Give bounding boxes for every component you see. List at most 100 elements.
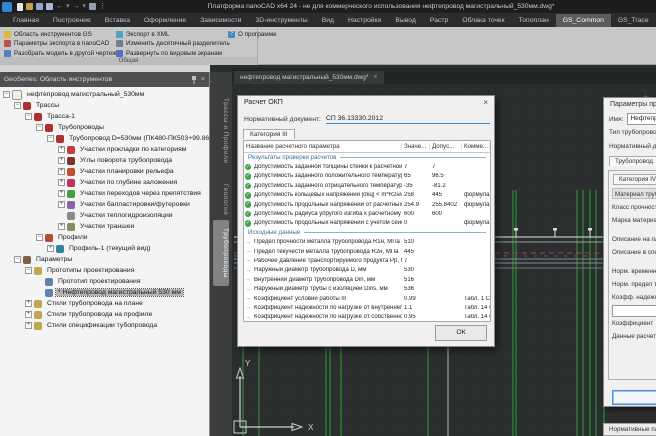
- table-row[interactable]: →Коэффициент надежности по нагрузке от с…: [244, 313, 490, 322]
- panel-default-button[interactable]: [612, 390, 656, 405]
- calculation-table[interactable]: Название расчетного параметра Значе... Д…: [243, 140, 491, 322]
- tree-item[interactable]: −Участки теплогидроизоляции: [0, 210, 209, 221]
- ribbon-tab-3D-инструменты[interactable]: 3D-инструменты: [248, 14, 314, 27]
- tree-item[interactable]: −Прототип проектирования: [0, 276, 209, 287]
- tree-item[interactable]: −Трасса-1: [0, 111, 209, 122]
- undo-dropdown-icon[interactable]: ▾: [66, 2, 70, 11]
- expand-icon[interactable]: +: [58, 146, 65, 153]
- dialog-title-bar[interactable]: Расчет ОКП ×: [238, 96, 494, 109]
- redo-icon[interactable]: →: [73, 2, 80, 11]
- expand-icon[interactable]: +: [47, 245, 54, 252]
- ribbon-tab-Растр[interactable]: Растр: [423, 14, 455, 27]
- collapse-icon[interactable]: −: [36, 234, 43, 241]
- table-row[interactable]: ✓Допустимость продольных напряжений от р…: [244, 200, 490, 209]
- material-input[interactable]: [612, 305, 656, 317]
- ribbon-tab-Вывод[interactable]: Вывод: [388, 14, 423, 27]
- tree-item[interactable]: −Параметры: [0, 254, 209, 265]
- table-row[interactable]: ✓Допустимость заданного положительного т…: [244, 172, 490, 181]
- tree-item[interactable]: +Углы поворота трубопровода: [0, 155, 209, 166]
- document-tab[interactable]: нефтепровод магистральный_530мм.dwg* ×: [234, 71, 384, 84]
- tree-item[interactable]: −Профили: [0, 232, 209, 243]
- vertical-tab-Геология[interactable]: Геология: [213, 176, 229, 224]
- ribbon-tab-Вид[interactable]: Вид: [315, 14, 341, 27]
- collapse-icon[interactable]: −: [14, 256, 21, 263]
- export-xml-button[interactable]: Экспорт в XML: [116, 29, 169, 39]
- tree-item[interactable]: −Трубопроводы: [0, 122, 209, 133]
- print-icon[interactable]: [89, 3, 96, 10]
- tree-item[interactable]: +Участки переходов через препятствия: [0, 188, 209, 199]
- ribbon-tab-Облака точек[interactable]: Облака точек: [455, 14, 511, 27]
- collapse-icon[interactable]: −: [47, 135, 54, 142]
- undo-icon[interactable]: ←: [56, 2, 63, 11]
- ok-button[interactable]: ОК: [435, 325, 487, 341]
- ribbon-tab-GS_Common[interactable]: GS_Common: [556, 14, 611, 27]
- ribbon-tab-Оформление[interactable]: Оформление: [137, 14, 193, 27]
- tree-item[interactable]: +Участки планировки рельефа: [0, 166, 209, 177]
- table-row[interactable]: →Коэффициент надежности по нагрузке от в…: [244, 303, 490, 312]
- tree-item[interactable]: −Трассы: [0, 100, 209, 111]
- tree-item[interactable]: +Участки траншеи: [0, 221, 209, 232]
- redo-dropdown-icon[interactable]: ▾: [83, 2, 87, 11]
- dialog-close-icon[interactable]: ×: [483, 98, 488, 107]
- table-row[interactable]: →Предел текучести металла трубопровода R…: [244, 247, 490, 256]
- normative-params-bar[interactable]: Нормативные параметры: [603, 423, 656, 436]
- expand-icon[interactable]: +: [58, 179, 65, 186]
- collapse-icon[interactable]: −: [25, 267, 32, 274]
- collapse-icon[interactable]: −: [36, 124, 43, 131]
- tree-item[interactable]: +Участки по глубине заложения: [0, 177, 209, 188]
- tree-item[interactable]: +Участки прокладки по категориям: [0, 144, 209, 155]
- more-icon[interactable]: ⋮: [99, 2, 106, 11]
- tree-item[interactable]: +Участки балластировки/футеровки: [0, 199, 209, 210]
- open-icon[interactable]: [26, 3, 33, 10]
- ribbon-tab-Вставка[interactable]: Вставка: [98, 14, 137, 27]
- collapse-icon[interactable]: −: [3, 91, 10, 98]
- expand-icon[interactable]: +: [25, 311, 32, 318]
- tree-item[interactable]: −Прототипы проектирования: [0, 265, 209, 276]
- expand-icon[interactable]: +: [25, 322, 32, 329]
- save-icon[interactable]: [36, 3, 43, 10]
- table-row[interactable]: →Внутренний диаметр трубопровода Din, мм…: [244, 275, 490, 284]
- table-row[interactable]: →Наружный диаметр трубопровода D, мм530: [244, 266, 490, 275]
- table-row[interactable]: →Рабочее давление транспортируемого прод…: [244, 256, 490, 265]
- table-row[interactable]: ✓Допустимость заданной толщины стенки к …: [244, 162, 490, 171]
- close-panel-icon[interactable]: ×: [201, 76, 205, 83]
- expand-icon[interactable]: +: [58, 201, 65, 208]
- about-button[interactable]: ?О программе: [228, 29, 277, 39]
- gs-toolspace-button[interactable]: Область инструментов GS: [4, 29, 92, 39]
- ribbon-tab-Настройки[interactable]: Настройки: [341, 14, 388, 27]
- ribbon-tab-Главная[interactable]: Главная: [6, 14, 46, 27]
- tab-category-iv[interactable]: Категория IV: [613, 174, 656, 185]
- table-row[interactable]: →Коэффициент условий работы m0.99Табл. 1…: [244, 294, 490, 303]
- expand-icon[interactable]: +: [58, 157, 65, 164]
- tree-item[interactable]: −* Нефтепровод магистральный 530 мм: [0, 287, 209, 298]
- table-row[interactable]: →Предел прочности металла трубопровода R…: [244, 238, 490, 247]
- tree-item[interactable]: −Трубопровод D=530мм (ПК480-ПК503+99.86): [0, 133, 209, 144]
- tree-item[interactable]: +Стили трубопровода на профиле: [0, 309, 209, 320]
- table-row[interactable]: ✓Допустимость радиуса упругого изгиба к …: [244, 209, 490, 218]
- table-row[interactable]: ✓Допустимость продольных напряжений с уч…: [244, 219, 490, 228]
- normative-doc-input[interactable]: СП 36.13330.2012: [326, 114, 490, 124]
- collapse-icon[interactable]: −: [25, 113, 32, 120]
- expand-icon[interactable]: +: [25, 300, 32, 307]
- table-row[interactable]: ✓Допустимость заданного отрицательного т…: [244, 181, 490, 190]
- export-params-button[interactable]: Параметры экспорта в nanoCAD: [4, 39, 109, 49]
- table-row[interactable]: →Наружный диаметр трубы с изоляцией Dins…: [244, 284, 490, 293]
- expand-viewports-button[interactable]: Развернуть по видовым экранам: [116, 48, 222, 58]
- tree-item[interactable]: +Стили спецификации тубопровода: [0, 320, 209, 331]
- tree-item[interactable]: −нефтепровод магистральный_530мм: [0, 89, 209, 100]
- vertical-tab-Трубопроводы[interactable]: Трубопроводы: [213, 220, 229, 286]
- save-as-icon[interactable]: [46, 3, 53, 10]
- expand-icon[interactable]: +: [58, 190, 65, 197]
- name-input[interactable]: Нефтепровод: [627, 113, 656, 125]
- vertical-tab-Трассы и Профили[interactable]: Трассы и Профили: [213, 90, 229, 172]
- ribbon-tab-Зависимости[interactable]: Зависимости: [193, 14, 248, 27]
- decimal-separator-button[interactable]: Изменить десятичный разделитель: [116, 39, 230, 49]
- tree-item[interactable]: +Стили трубопровода на плане: [0, 298, 209, 309]
- explode-model-button[interactable]: Разобрать модель в другой чертеж: [4, 48, 116, 58]
- collapse-icon[interactable]: −: [14, 102, 21, 109]
- ribbon-tab-Топоплан[interactable]: Топоплан: [512, 14, 556, 27]
- expand-icon[interactable]: +: [58, 223, 65, 230]
- tree-item[interactable]: +Профиль-1 (текущий вид): [0, 243, 209, 254]
- ribbon-tab-Построение[interactable]: Построение: [46, 14, 98, 27]
- document-tab-close-icon[interactable]: ×: [373, 74, 377, 81]
